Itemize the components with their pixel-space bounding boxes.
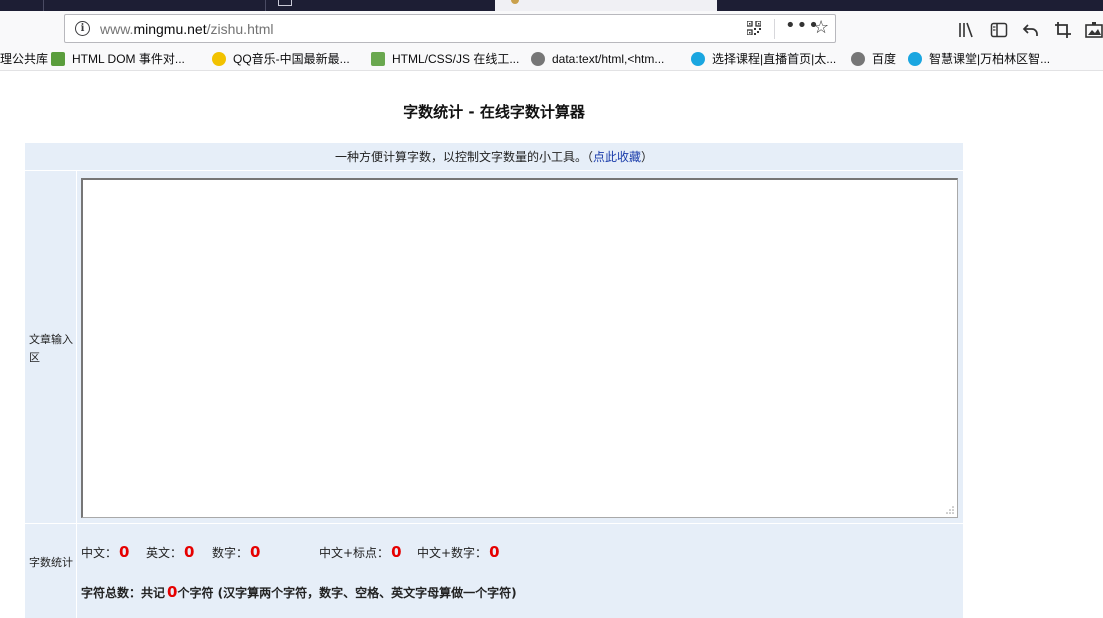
total-count: 字符总数：共记 0个字符 (汉字算两个字符，数字、空格、英文字母算做一个字符) xyxy=(81,583,517,601)
bookmark-item[interactable]: 理公共库 xyxy=(0,50,48,68)
chinese-punct-count-value: 0 xyxy=(391,543,402,561)
bookmark-link[interactable]: 点此收藏 xyxy=(593,150,641,164)
intro-row: 一种方便计算字数，以控制文字数量的小工具。（点此收藏） xyxy=(25,143,963,171)
page-title: 字数统计 - 在线字数计算器 xyxy=(403,103,585,121)
tab-separator xyxy=(265,0,266,11)
intro-paren: ） xyxy=(641,150,654,164)
bookmark-star-icon[interactable]: ☆ xyxy=(813,17,829,38)
cloud-icon xyxy=(908,52,922,66)
runoob-icon xyxy=(371,52,385,66)
back-arrow-icon[interactable] xyxy=(1022,21,1040,39)
navigation-toolbar: i www.mingmu.net/zishu.html ••• ☆ xyxy=(0,11,1103,49)
column-divider xyxy=(76,171,77,618)
crop-icon[interactable] xyxy=(1054,21,1072,39)
sidebar-icon[interactable] xyxy=(990,21,1008,39)
input-area-label: 文章输入区 xyxy=(29,333,73,364)
bookmark-item[interactable]: HTML DOM 事件对... xyxy=(51,50,185,68)
chinese-count-value: 0 xyxy=(119,543,130,561)
globe-icon xyxy=(851,52,865,66)
resize-grip-icon[interactable] xyxy=(945,505,955,515)
total-count-value: 0 xyxy=(167,583,178,601)
cloud-icon xyxy=(691,52,705,66)
screenshot-icon[interactable] xyxy=(1085,21,1103,39)
active-tab[interactable] xyxy=(495,0,717,11)
library-icon[interactable] xyxy=(958,21,976,39)
tab-favicon xyxy=(278,0,292,6)
url-bar-separator xyxy=(774,19,775,39)
tab-favicon xyxy=(511,0,519,4)
w3school-icon xyxy=(51,52,65,66)
english-count: 英文： 0 xyxy=(146,543,195,561)
digits-count-value: 0 xyxy=(250,543,261,561)
bookmark-item[interactable]: 智慧课堂|万柏林区智... xyxy=(908,50,1050,68)
url-bar[interactable]: i www.mingmu.net/zishu.html ••• ☆ xyxy=(64,14,836,43)
chinese-digits-count-value: 0 xyxy=(489,543,500,561)
stats-label: 字数统计 xyxy=(29,556,73,569)
tab-strip xyxy=(0,0,1103,11)
globe-icon xyxy=(531,52,545,66)
tab-separator xyxy=(43,0,44,11)
url-text[interactable]: www.mingmu.net/zishu.html xyxy=(100,21,274,37)
digits-count: 数字： 0 xyxy=(212,543,261,561)
bookmarks-toolbar: 理公共库 HTML DOM 事件对... QQ音乐-中国最新最... HTML/… xyxy=(0,49,1103,71)
intro-text: 一种方便计算字数，以控制文字数量的小工具。 xyxy=(334,150,587,164)
chinese-count: 中文： 0 xyxy=(81,543,130,561)
qr-code-icon[interactable] xyxy=(747,21,761,35)
bookmark-item[interactable]: QQ音乐-中国最新最... xyxy=(212,50,350,68)
word-count-panel: 一种方便计算字数，以控制文字数量的小工具。（点此收藏） 文章输入区 字数统计 中… xyxy=(25,143,963,618)
site-info-icon[interactable]: i xyxy=(75,21,90,36)
chinese-punct-count: 中文+标点： 0 xyxy=(319,543,402,561)
article-input-textarea[interactable] xyxy=(81,178,958,518)
english-count-value: 0 xyxy=(184,543,195,561)
qqmusic-icon xyxy=(212,52,226,66)
bookmark-item[interactable]: 百度 xyxy=(851,50,896,68)
bookmark-item[interactable]: 选择课程|直播首页|太... xyxy=(691,50,836,68)
bookmark-item[interactable]: data:text/html,<htm... xyxy=(531,50,664,68)
row-divider xyxy=(25,523,963,524)
bookmark-item[interactable]: HTML/CSS/JS 在线工... xyxy=(371,50,519,68)
chinese-digits-count: 中文+数字： 0 xyxy=(417,543,500,561)
